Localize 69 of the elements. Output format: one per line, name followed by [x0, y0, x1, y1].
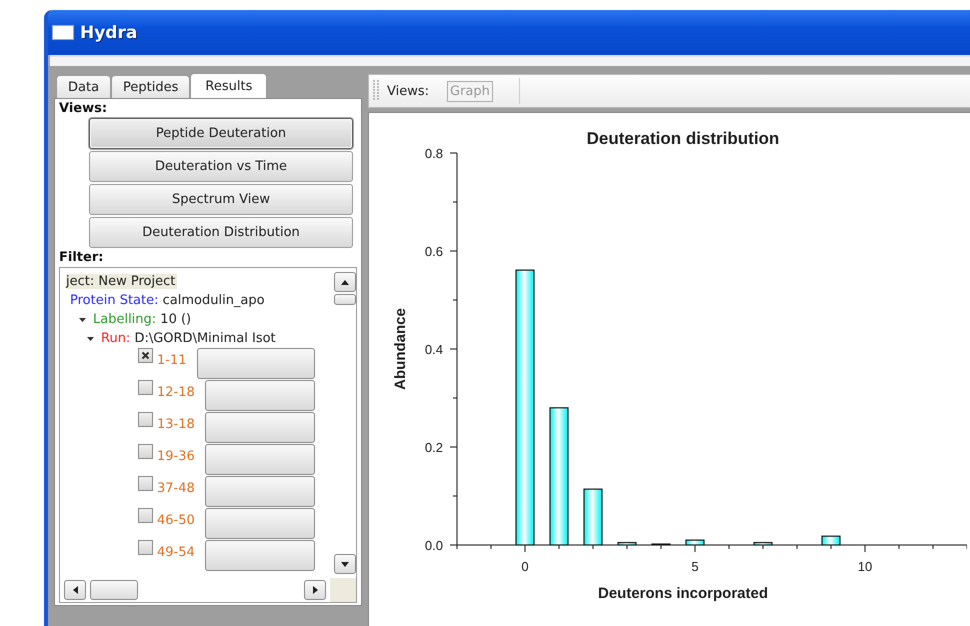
grip-icon[interactable] [373, 80, 379, 102]
peptide-button[interactable] [205, 508, 315, 539]
scrollbar-corner [330, 578, 356, 602]
view-button[interactable]: Deuteration Distribution [89, 217, 353, 248]
views-label: Views: [387, 84, 430, 98]
peptide-button[interactable] [205, 476, 315, 507]
y-tick-label: 0.4 [424, 342, 443, 357]
bar [583, 488, 603, 546]
view-button[interactable]: Peptide Deuteration [89, 118, 353, 149]
bar [617, 542, 637, 546]
peptide-button[interactable] [205, 380, 315, 411]
checkbox[interactable] [138, 540, 153, 555]
peptide-label: 13-18 [157, 417, 196, 432]
x-axis-label: Deuterons incorporated [598, 585, 768, 602]
scroll-thumb[interactable] [90, 580, 138, 600]
peptide-label: 46-50 [157, 513, 196, 528]
bar [821, 536, 841, 546]
scroll-thumb[interactable] [334, 294, 356, 305]
checkbox[interactable] [138, 444, 153, 459]
peptide-label: 1-11 [157, 353, 188, 368]
scroll-up-button[interactable] [334, 272, 356, 292]
expanded-arrow-icon[interactable] [78, 315, 87, 324]
y-tick-label: 0.0 [424, 538, 443, 553]
x-tick-label: 0 [521, 559, 529, 574]
y-axis-label: Abundance [392, 308, 409, 390]
tab[interactable]: Results [190, 73, 268, 99]
down-arrow-icon [341, 562, 349, 566]
peptide-label: 19-36 [157, 449, 196, 464]
up-arrow-icon [341, 280, 349, 284]
tab[interactable]: Peptides [111, 75, 190, 98]
y-tick-label: 0.6 [424, 244, 443, 259]
tab[interactable]: Data [56, 75, 112, 98]
tree-item[interactable]: ject: New Project [66, 274, 178, 289]
checkbox[interactable] [138, 508, 153, 523]
scroll-down-button[interactable] [334, 554, 356, 574]
checkbox[interactable] [138, 476, 153, 491]
bar [685, 540, 705, 546]
peptide-button[interactable] [205, 412, 315, 443]
peptide-button[interactable] [205, 540, 315, 571]
view-button[interactable]: Spectrum View [89, 184, 353, 215]
peptide-label: 37-48 [157, 481, 196, 496]
scroll-left-button[interactable] [64, 580, 86, 600]
right-arrow-icon [312, 586, 318, 594]
views-label: Views: [59, 101, 108, 116]
peptide-button[interactable] [205, 444, 315, 475]
chart-title: Deuteration distribution [586, 129, 780, 148]
filter-label: Filter: [59, 250, 104, 265]
peptide-label: 12-18 [157, 385, 196, 400]
left-arrow-icon [72, 586, 78, 594]
checkbox[interactable] [138, 380, 153, 395]
tree-item[interactable]: Protein State: calmodulin_apo [70, 293, 265, 308]
expanded-arrow-icon[interactable] [86, 334, 95, 343]
bar [651, 543, 671, 546]
view-button[interactable]: Deuteration vs Time [89, 151, 353, 182]
cross-icon [141, 351, 150, 360]
y-tick-label: 0.2 [424, 440, 443, 455]
tree-item[interactable]: Labelling: 10 () [93, 312, 192, 327]
bar [753, 542, 773, 546]
scroll-right-button[interactable] [304, 580, 326, 600]
window-icon [52, 25, 74, 40]
window-title: Hydra [80, 22, 138, 42]
y-tick-label: 0.8 [424, 146, 443, 161]
tree-item[interactable]: Run: D:\GORD\Minimal Isot [101, 331, 276, 346]
checkbox[interactable] [138, 348, 153, 363]
peptide-label: 49-54 [157, 545, 196, 560]
x-tick-label: 10 [858, 559, 872, 574]
peptide-button[interactable] [197, 348, 315, 379]
checkbox[interactable] [138, 412, 153, 427]
x-tick-label: 5 [691, 559, 699, 574]
